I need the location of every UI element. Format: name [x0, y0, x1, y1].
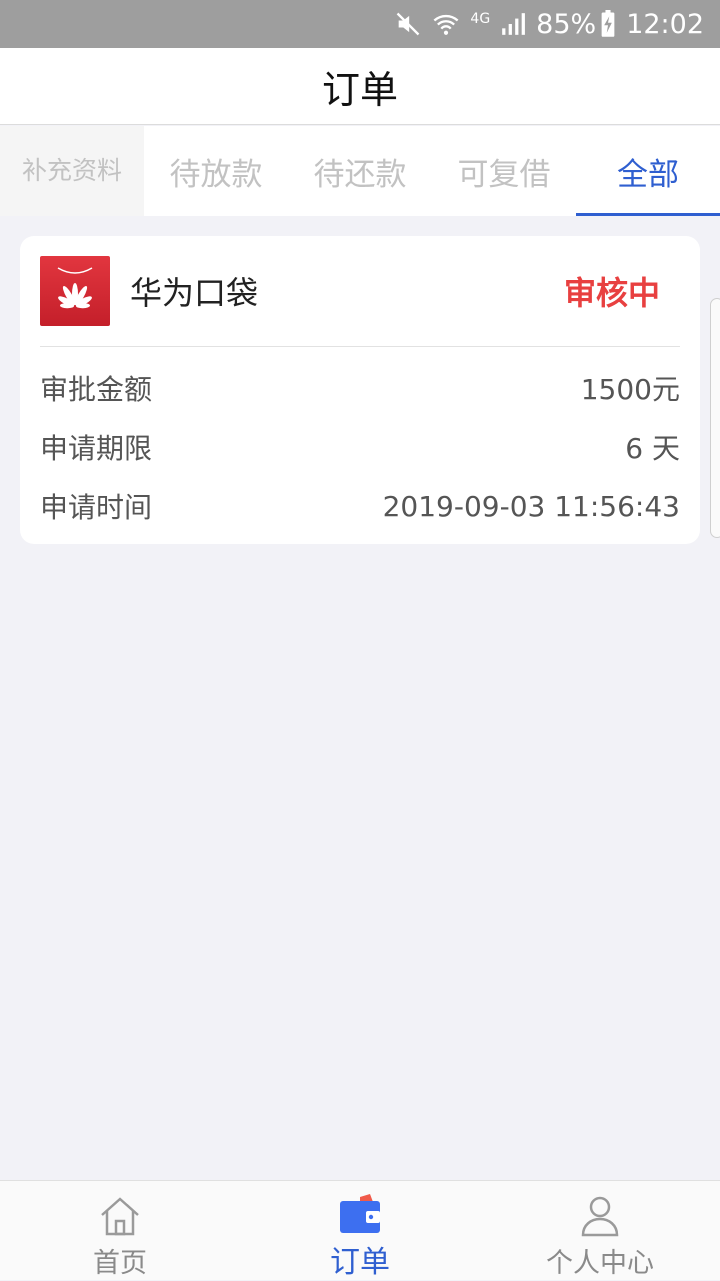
approved-amount-row: 审批金额 1500元: [40, 368, 680, 408]
row-label: 申请时间: [40, 491, 153, 524]
product-logo: [40, 256, 110, 326]
person-icon: [577, 1193, 623, 1239]
term-row: 申请期限 6 天: [40, 427, 680, 467]
nav-home[interactable]: 首页: [0, 1181, 240, 1281]
status-badge: 审核中: [563, 274, 660, 312]
row-label: 审批金额: [40, 373, 153, 406]
nav-orders[interactable]: 订单: [240, 1181, 480, 1281]
nav-orders-label: 订单: [330, 1245, 390, 1280]
tab-all[interactable]: 全部: [576, 126, 720, 216]
apply-time-row: 申请时间 2019-09-03 11:56:43: [40, 486, 680, 526]
battery-percent: 85%: [536, 8, 597, 40]
mute-icon: [394, 10, 422, 38]
order-card[interactable]: 华为口袋 审核中 审批金额 1500元 申请期限 6 天 申请时间 2019-0…: [20, 236, 700, 544]
header: 订单: [0, 48, 720, 125]
row-label: 申请期限: [40, 432, 153, 465]
nav-profile[interactable]: 个人中心: [480, 1181, 720, 1281]
battery-charging-icon: [600, 10, 616, 38]
row-value: 2019-09-03 11:56:43: [382, 489, 680, 523]
row-value: 6 天: [625, 432, 680, 465]
card-divider: [40, 346, 680, 347]
wifi-icon: [432, 10, 460, 38]
order-card-header: 华为口袋 审核中: [40, 256, 680, 326]
nav-home-label: 首页: [93, 1248, 147, 1279]
wallet-icon: [337, 1193, 383, 1235]
network-type: 4G: [470, 11, 491, 27]
tab-supplement[interactable]: 补充资料: [0, 126, 144, 216]
home-icon: [97, 1193, 143, 1239]
row-value: 1500元: [580, 373, 680, 406]
signal-icon: [500, 11, 526, 37]
tab-pending-repayment[interactable]: 待还款: [288, 126, 432, 216]
tab-reborrow[interactable]: 可复借: [432, 126, 576, 216]
tab-pending-disbursement[interactable]: 待放款: [144, 126, 288, 216]
order-tabs: 补充资料 待放款 待还款 可复借 全部: [0, 126, 720, 216]
page-title: 订单: [321, 67, 398, 112]
side-drawer-handle[interactable]: [710, 298, 720, 538]
nav-profile-label: 个人中心: [546, 1248, 654, 1279]
status-bar: 4G 85% 12:02: [0, 0, 720, 48]
clock: 12:02: [626, 8, 704, 40]
bottom-nav: 首页 订单 个人中心: [0, 1180, 720, 1280]
product-name: 华为口袋: [130, 274, 259, 312]
